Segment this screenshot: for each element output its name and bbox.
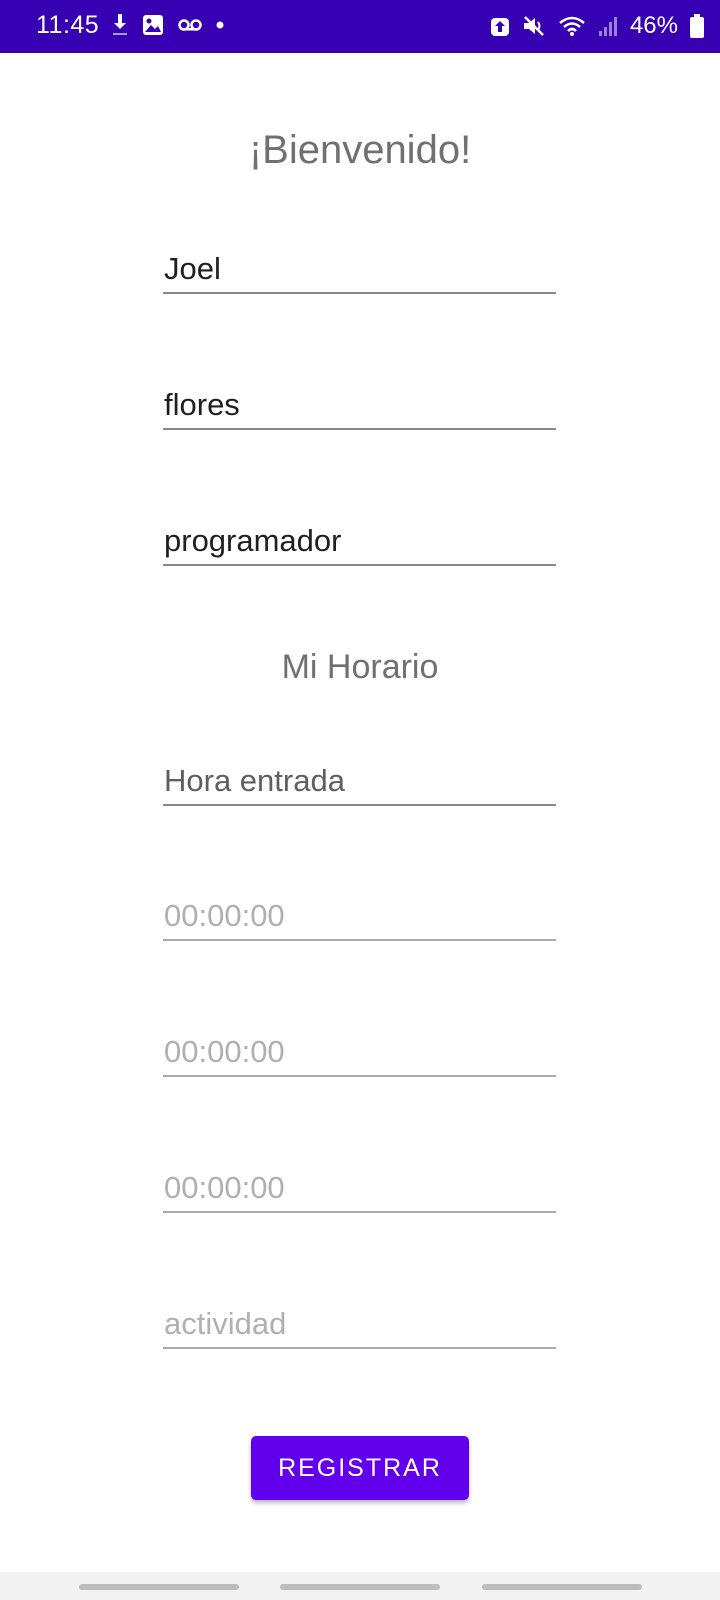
battery-icon [690,14,704,38]
entry-time-label-field[interactable] [163,762,556,806]
dot-icon [216,21,224,29]
lastname-input[interactable] [163,386,556,430]
status-bar: 11:45 46% [0,0,720,53]
nav-handle-center[interactable] [280,1584,440,1590]
status-left-icons [112,14,224,36]
role-input[interactable] [163,522,556,566]
voicemail-icon [178,18,202,32]
time-input-2[interactable] [163,1033,556,1077]
nav-handle-left[interactable] [79,1584,239,1590]
battery-percentage: 46% [629,12,678,39]
register-button[interactable]: REGISTRAR [251,1436,469,1500]
welcome-title: ¡Bienvenido! [248,128,472,172]
register-form-screen: ¡Bienvenido! Mi Horario REGISTRAR [0,53,720,1572]
schedule-title: Mi Horario [281,648,439,686]
wifi-icon [558,15,586,37]
battery-saver-icon [490,15,510,37]
signal-icon [598,15,618,37]
download-icon [112,14,128,36]
time-input-1[interactable] [163,897,556,941]
name-input[interactable] [163,250,556,294]
time-input-3[interactable] [163,1169,556,1213]
gallery-icon [142,14,164,36]
activity-input[interactable] [163,1305,556,1349]
nav-handle-right[interactable] [482,1584,642,1590]
status-time: 11:45 [36,11,100,39]
mute-icon [522,15,546,37]
navigation-bar [0,1572,720,1600]
status-right-icons: 46% [490,12,704,40]
